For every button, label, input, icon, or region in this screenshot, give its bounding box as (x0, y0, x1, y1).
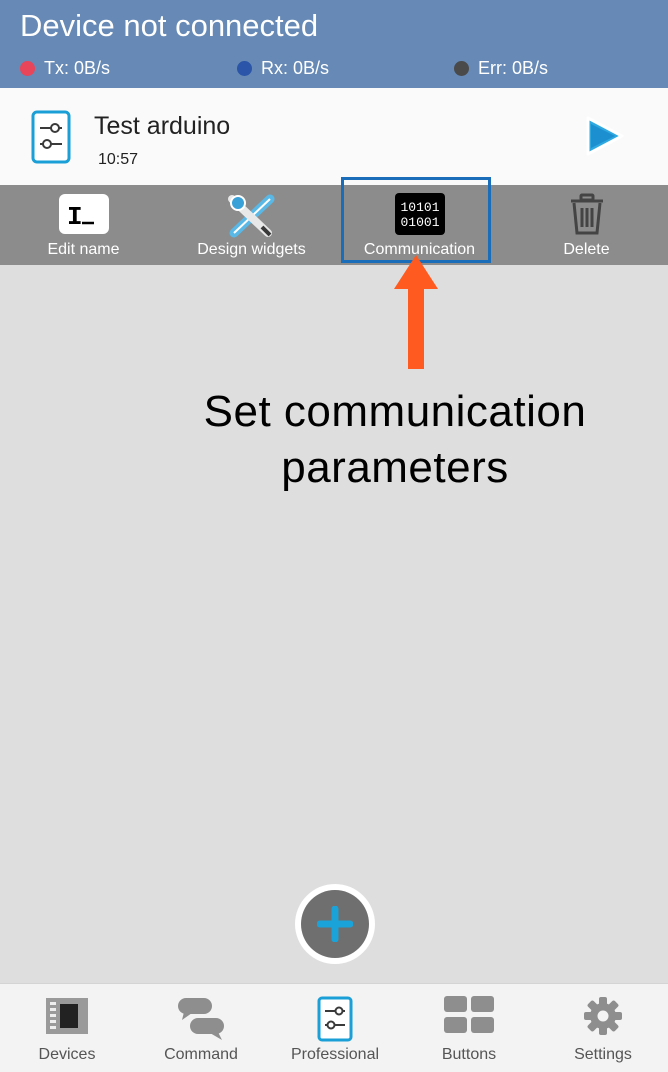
fab-background (301, 890, 369, 958)
trash-icon (569, 193, 605, 240)
nav-professional-label: Professional (290, 1046, 380, 1063)
design-tools-icon (226, 193, 278, 244)
sliders-icon (317, 996, 353, 1047)
design-widgets-label: Design widgets (197, 241, 306, 258)
nav-buttons-label: Buttons (441, 1046, 497, 1063)
play-icon[interactable] (582, 115, 626, 162)
nav-command-label: Command (164, 1046, 238, 1063)
annotation-line-2: parameters (281, 443, 509, 492)
delete-label: Delete (563, 241, 610, 258)
annotation-line-1: Set communication (203, 387, 587, 436)
sliders-icon (31, 110, 71, 169)
err-rate-label: Err: 0B/s (478, 58, 549, 78)
gear-icon (583, 996, 623, 1041)
design-widgets-button[interactable]: Design widgets (168, 185, 335, 265)
status-header: Device not connected Tx: 0B/s Rx: 0B/s E… (0, 0, 668, 88)
device-timestamp: 10:57 (98, 151, 139, 168)
edit-name-button[interactable]: I Edit name (0, 185, 167, 265)
nav-settings-label: Settings (574, 1046, 632, 1063)
tx-rate-label: Tx: 0B/s (44, 58, 111, 78)
rx-rate: Rx: 0B/s (237, 58, 329, 79)
tx-indicator-icon (20, 61, 35, 76)
nav-devices[interactable]: Devices (0, 984, 134, 1072)
nav-buttons[interactable]: Buttons (402, 984, 536, 1072)
err-indicator-icon (454, 61, 469, 76)
err-rate: Err: 0B/s (454, 58, 548, 79)
connection-status-title: Device not connected (20, 8, 319, 43)
device-list-item[interactable]: Test arduino 10:57 (0, 88, 668, 185)
annotation-text: Set communication parameters (160, 384, 630, 496)
arrow-up-icon (394, 255, 438, 374)
text-cursor-icon: I (58, 193, 110, 240)
chat-bubbles-icon (176, 996, 226, 1045)
device-board-icon (44, 996, 90, 1041)
add-widget-button[interactable] (295, 884, 375, 964)
rx-rate-label: Rx: 0B/s (261, 58, 330, 78)
nav-professional[interactable]: Professional (268, 984, 402, 1072)
delete-button[interactable]: Delete (503, 185, 668, 265)
bottom-navigation: Devices Command Professional Buttons Set… (0, 983, 668, 1072)
nav-devices-label: Devices (38, 1046, 96, 1063)
edit-name-label: Edit name (47, 241, 120, 258)
communication-highlight-box (341, 177, 491, 263)
nav-settings[interactable]: Settings (536, 984, 668, 1072)
device-name: Test arduino (94, 112, 231, 140)
nav-command[interactable]: Command (134, 984, 268, 1072)
svg-text:I: I (67, 202, 83, 232)
rx-indicator-icon (237, 61, 252, 76)
device-action-bar: I Edit name Design widgets 10101 01001 C… (0, 185, 668, 265)
tx-rate: Tx: 0B/s (20, 58, 110, 79)
plus-icon (316, 905, 354, 947)
grid-buttons-icon (444, 996, 494, 1039)
